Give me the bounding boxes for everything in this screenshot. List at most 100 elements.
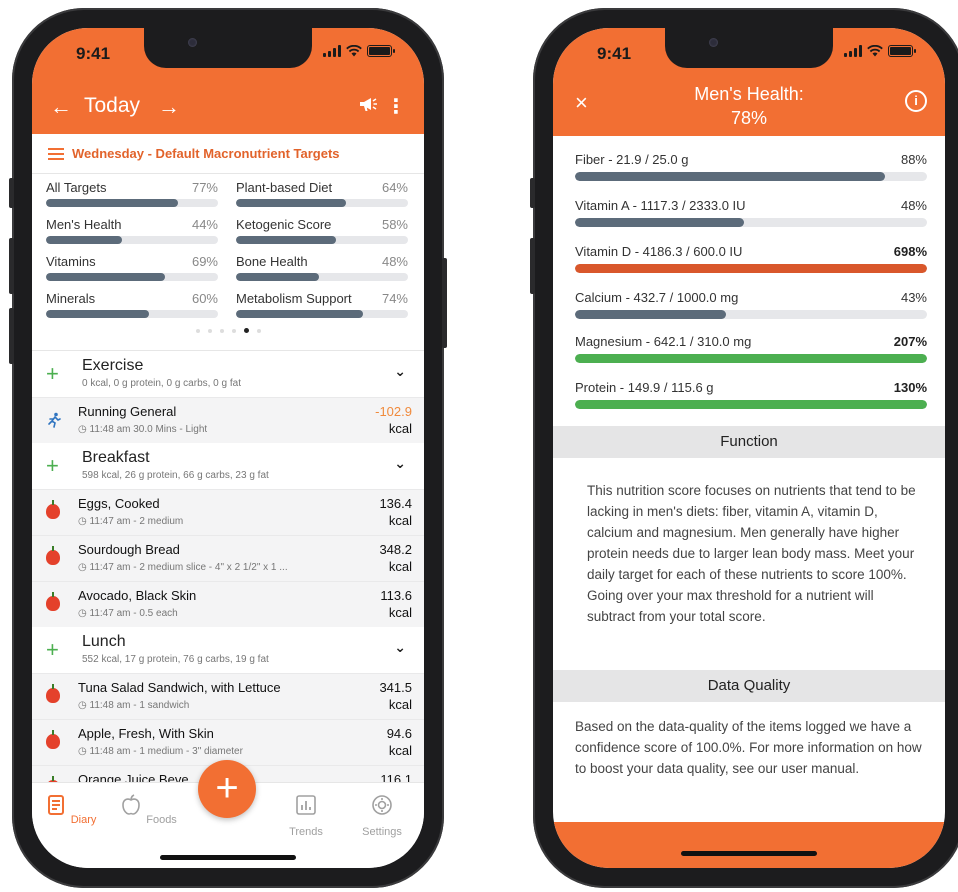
target-bar — [46, 199, 179, 207]
diary-screen: 9:41 ← Today → ⋮ Wednesday - Default Mac… — [32, 28, 424, 868]
chevron-down-icon[interactable]: ⌄ — [394, 639, 406, 656]
target-bar — [46, 310, 150, 318]
entry-unit: kcal — [388, 743, 412, 758]
home-indicator[interactable] — [681, 851, 817, 856]
target-mens-health: Men's Health 44% — [46, 217, 218, 249]
target-vitamins: Vitamins 69% — [46, 254, 218, 286]
info-icon[interactable]: i — [905, 90, 927, 112]
entry-detail: ◷ 11:48 am - 1 medium - 3" diameter — [78, 746, 243, 757]
chevron-down-icon[interactable]: ⌄ — [394, 455, 406, 472]
add-icon[interactable]: + — [46, 361, 59, 387]
diary-entry[interactable]: Tuna Salad Sandwich, with Lettuce ◷ 11:4… — [32, 673, 424, 719]
add-entry-button[interactable]: + — [198, 760, 256, 818]
hamburger-icon[interactable] — [48, 148, 64, 160]
entry-unit: kcal — [388, 605, 412, 620]
group-summary: 0 kcal, 0 g protein, 0 g carbs, 0 g fat — [82, 378, 241, 389]
entry-value: 136.4 — [379, 496, 412, 511]
target-percent: 69% — [191, 254, 218, 269]
apple-icon — [46, 500, 60, 519]
target-all: All Targets 77% — [46, 180, 218, 212]
phone-diary: 9:41 ← Today → ⋮ Wednesday - Default Mac… — [9, 8, 447, 888]
add-icon[interactable]: + — [46, 637, 59, 663]
page-dots[interactable] — [32, 328, 424, 333]
page-title[interactable]: Today — [84, 94, 140, 118]
group-summary: 598 kcal, 26 g protein, 66 g carbs, 23 g… — [82, 470, 269, 481]
target-bone-health: Bone Health 48% — [236, 254, 408, 286]
group-lunch[interactable]: + Lunch 552 kcal, 17 g protein, 76 g car… — [32, 627, 424, 673]
entry-name: Apple, Fresh, With Skin — [78, 726, 214, 741]
diary-entry[interactable]: Eggs, Cooked ◷ 11:47 am - 2 medium 136.4… — [32, 489, 424, 535]
tab-label: Settings — [362, 826, 402, 838]
data-quality-text: Based on the data-quality of the items l… — [575, 719, 922, 776]
next-day-arrow[interactable]: → — [158, 94, 180, 120]
tab-label: Trends — [289, 826, 323, 838]
nutrient-label: Protein - 149.9 / 115.6 g — [575, 380, 714, 395]
tab-label: Diary — [70, 814, 97, 826]
more-menu-icon[interactable]: ⋮ — [386, 94, 406, 119]
group-exercise[interactable]: + Exercise 0 kcal, 0 g protein, 0 g carb… — [32, 351, 424, 397]
target-name: Minerals — [46, 291, 96, 306]
target-name: Metabolism Support — [236, 291, 352, 306]
chevron-down-icon[interactable]: ⌄ — [394, 363, 406, 380]
nutrient-percent: 207% — [893, 334, 927, 349]
tab-diary[interactable]: Diary — [40, 793, 100, 826]
entry-value: 348.2 — [379, 542, 412, 557]
nutrient-row: Magnesium - 642.1 / 310.0 mg 207% — [575, 334, 927, 368]
apple-icon — [46, 546, 60, 565]
diary-entry[interactable]: Avocado, Black Skin ◷ 11:47 am - 0.5 eac… — [32, 581, 424, 627]
tab-trends[interactable]: Trends — [276, 793, 336, 838]
target-summary[interactable]: All Targets 77% Plant-based Diet 64% Men's… — [32, 180, 424, 350]
target-bar — [236, 273, 319, 281]
entry-name: Avocado, Black Skin — [78, 588, 197, 603]
previous-day-arrow[interactable]: ← — [50, 94, 72, 120]
apple-outline-icon — [122, 794, 140, 815]
target-percent: 58% — [381, 217, 408, 232]
target-bar — [46, 273, 165, 281]
diary-entry[interactable]: Sourdough Bread ◷ 11:47 am - 2 medium sl… — [32, 535, 424, 581]
tab-settings[interactable]: Settings — [352, 793, 412, 838]
nutrient-label: Fiber - 21.9 / 25.0 g — [575, 152, 689, 167]
volume-up-button — [530, 238, 535, 294]
group-breakfast[interactable]: + Breakfast 598 kcal, 26 g protein, 66 g… — [32, 443, 424, 489]
apple-icon — [46, 684, 60, 703]
entry-detail: ◷ 11:47 am - 2 medium — [78, 516, 184, 527]
diary-entry[interactable]: Apple, Fresh, With Skin ◷ 11:48 am - 1 m… — [32, 719, 424, 765]
apple-icon — [46, 592, 60, 611]
target-name: Bone Health — [236, 254, 308, 269]
diary-icon — [47, 795, 64, 815]
add-icon[interactable]: + — [46, 453, 59, 479]
wifi-icon — [867, 45, 883, 57]
diary-entry[interactable]: Running General ◷ 11:48 am 30.0 Mins - L… — [32, 397, 424, 443]
entry-name: Eggs, Cooked — [78, 496, 160, 511]
target-name: All Targets — [46, 180, 107, 195]
nutrient-label: Calcium - 432.7 / 1000.0 mg — [575, 290, 739, 305]
target-minerals: Minerals 60% — [46, 291, 218, 323]
target-plant-based: Plant-based Diet 64% — [236, 180, 408, 212]
target-bar — [236, 310, 364, 318]
entry-detail: ◷ 11:48 am 30.0 Mins - Light — [78, 424, 208, 435]
gear-icon — [372, 795, 392, 815]
nutrient-bar — [575, 400, 927, 409]
target-bar — [46, 236, 122, 244]
entry-unit: kcal — [388, 559, 412, 574]
target-name: Men's Health — [46, 217, 122, 232]
entry-detail: ◷ 11:47 am - 2 medium slice - 4" x 2 1/2… — [78, 562, 288, 573]
home-indicator[interactable] — [160, 855, 296, 860]
runner-icon — [48, 412, 61, 428]
target-percent: 44% — [191, 217, 218, 232]
notch — [665, 28, 833, 68]
day-target-selector[interactable]: Wednesday - Default Macronutrient Target… — [32, 134, 424, 174]
tab-foods[interactable]: Foods — [118, 793, 178, 826]
score-percent: 78% — [730, 108, 768, 128]
group-name: Exercise — [82, 357, 144, 374]
camera — [709, 38, 718, 47]
megaphone-icon[interactable] — [358, 96, 378, 114]
nutrient-label: Vitamin D - 4186.3 / 600.0 IU — [575, 244, 743, 259]
entry-name: Tuna Salad Sandwich, with Lettuce — [78, 680, 281, 695]
chart-icon — [296, 795, 316, 815]
nutrient-bar — [575, 172, 885, 181]
entry-name: Running General — [78, 404, 177, 419]
target-percent: 60% — [191, 291, 218, 306]
nutrient-percent: 48% — [900, 198, 927, 213]
nutrient-label: Magnesium - 642.1 / 310.0 mg — [575, 334, 752, 349]
